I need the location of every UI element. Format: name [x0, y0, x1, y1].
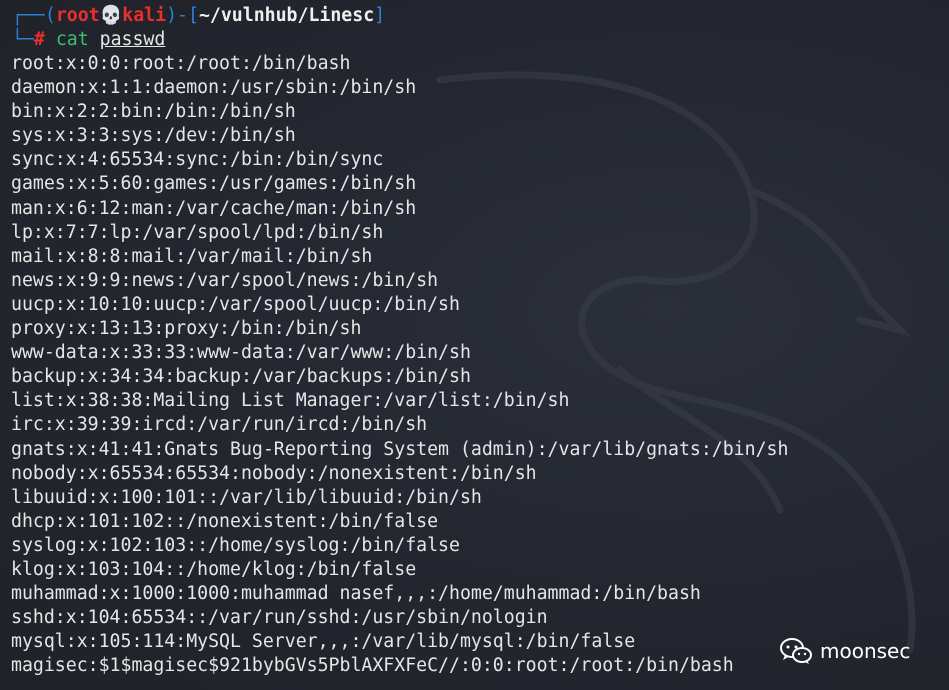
output-line: gnats:x:41:41:Gnats Bug-Reporting System… — [11, 438, 789, 460]
output-line: list:x:38:38:Mailing List Manager:/var/l… — [11, 390, 570, 412]
prompt-cwd: ~/vulnhub/Linesc — [198, 5, 375, 26]
output-line: irc:x:39:39:ircd:/var/run/ircd:/bin/sh — [11, 414, 428, 436]
output-line: muhammad:x:1000:1000:muhammad nasef,,,:/… — [11, 583, 701, 605]
output-line: news:x:9:9:news:/var/spool/news:/bin/sh — [11, 269, 439, 291]
output-line: root:x:0:0:root:/root:/bin/bash — [11, 53, 351, 74]
output-line: libuuid:x:100:101::/var/lib/libuuid:/bin… — [11, 486, 482, 508]
output-line: mail:x:8:8:mail:/var/mail:/bin/sh — [11, 245, 373, 267]
output-line: nobody:x:65534:65534:nobody:/nonexistent… — [11, 462, 537, 484]
watermark-text: moonsec — [820, 639, 911, 663]
prompt-frame-bottom: └─ — [12, 29, 34, 50]
prompt-frame-close: ] — [374, 5, 386, 26]
terminal-window[interactable]: ┌──(root💀kali)-[~/vulnhub/Linesc] └─# ca… — [0, 0, 949, 690]
output-line: uucp:x:10:10:uucp:/var/spool/uucp:/bin/s… — [11, 293, 460, 315]
prompt-host: kali — [122, 5, 167, 26]
prompt-frame-mid: )-[ — [166, 5, 199, 26]
output-line: sshd:x:104:65534::/var/run/sshd:/usr/sbi… — [11, 607, 548, 629]
prompt-symbol: # — [33, 29, 45, 50]
output-line: backup:x:34:34:backup:/var/backups:/bin/… — [11, 366, 471, 388]
output-line: lp:x:7:7:lp:/var/spool/lpd:/bin/sh — [11, 221, 384, 243]
output-line: mysql:x:105:114:MySQL Server,,,:/var/lib… — [11, 631, 636, 653]
output-line: klog:x:103:104::/home/klog:/bin/false — [11, 558, 417, 580]
command-name: cat — [55, 29, 89, 50]
prompt-header: ┌──(root💀kali)-[~/vulnhub/Linesc] — [12, 4, 385, 28]
wechat-icon — [780, 638, 812, 664]
command-argument: passwd — [99, 29, 166, 50]
output-line: bin:x:2:2:bin:/bin:/bin/sh — [11, 101, 296, 123]
skull-icon: 💀 — [99, 5, 123, 26]
output-line: syslog:x:102:103::/home/syslog:/bin/fals… — [11, 534, 460, 556]
output-line: sync:x:4:65534:sync:/bin:/bin/sync — [11, 149, 384, 171]
watermark: moonsec — [780, 636, 910, 666]
command-output: root:x:0:0:root:/root:/bin/bash daemon:x… — [11, 52, 788, 678]
output-line: www-data:x:33:33:www-data:/var/www:/bin/… — [11, 342, 471, 364]
output-line: daemon:x:1:1:daemon:/usr/sbin:/bin/sh — [11, 77, 417, 99]
command-line[interactable]: └─# cat passwd — [12, 28, 165, 52]
prompt-user: root — [55, 5, 100, 26]
output-line: games:x:5:60:games:/usr/games:/bin/sh — [11, 173, 417, 195]
output-line: man:x:6:12:man:/var/cache/man:/bin/sh — [11, 197, 417, 219]
output-line: dhcp:x:101:102::/nonexistent:/bin/false — [11, 510, 439, 532]
output-line: sys:x:3:3:sys:/dev:/bin/sh — [11, 125, 296, 147]
prompt-frame-open: ┌──( — [12, 5, 56, 26]
output-line: magisec:$1$magisec$921bybGVs5PblAXFXFeC/… — [11, 655, 734, 677]
output-line: proxy:x:13:13:proxy:/bin:/bin/sh — [11, 318, 362, 340]
